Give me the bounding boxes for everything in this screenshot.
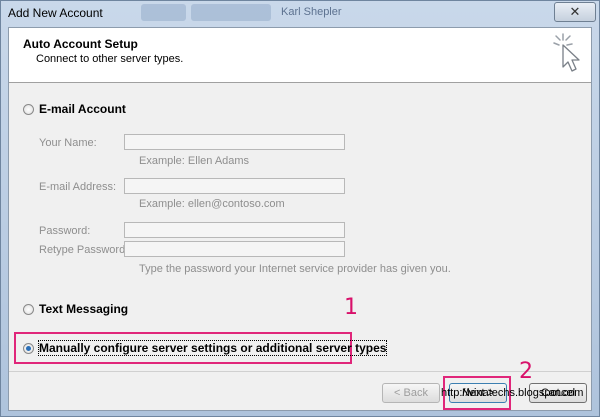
text-messaging-option[interactable]: Text Messaging [23, 302, 128, 316]
step-1-marker: 1 [344, 295, 358, 320]
email-account-label: E-mail Account [39, 102, 126, 116]
email-address-label: E-mail Address: [39, 181, 117, 193]
background-window-title: Karl Shepler [281, 6, 342, 18]
background-window-tab [191, 4, 271, 21]
step-2-marker: 2 [519, 359, 533, 384]
add-new-account-window: Add New Account Karl Shepler ✕ Auto Acco… [0, 0, 600, 417]
wizard-cursor-icon [553, 33, 580, 72]
retype-password-input[interactable] [124, 241, 345, 257]
email-account-radio[interactable] [23, 103, 34, 115]
text-messaging-label: Text Messaging [39, 302, 129, 316]
title-bar[interactable]: Add New Account Karl Shepler ✕ [1, 1, 599, 27]
back-button[interactable]: < Back [382, 383, 440, 403]
password-input[interactable] [124, 222, 345, 238]
watermark: http://vinatechs.blogspot.com [441, 387, 584, 399]
email-account-option[interactable]: E-mail Account [23, 102, 126, 116]
email-address-input[interactable] [124, 178, 345, 194]
email-address-hint: Example: ellen@contoso.com [139, 198, 285, 210]
header-subtitle: Connect to other server types. [36, 53, 184, 65]
close-icon: ✕ [569, 4, 581, 19]
close-button[interactable]: ✕ [554, 2, 596, 22]
text-messaging-radio[interactable] [23, 303, 34, 315]
manual-configure-label: Manually configure server settings or ad… [37, 340, 388, 356]
password-hint: Type the password your Internet service … [139, 263, 451, 275]
dialog-client-area: Auto Account Setup Connect to other serv… [8, 27, 592, 411]
password-label: Password: [39, 225, 91, 237]
background-window-tab [141, 4, 186, 21]
your-name-hint: Example: Ellen Adams [139, 155, 250, 167]
retype-password-label: Retype Password: [39, 244, 129, 256]
window-title: Add New Account [8, 6, 103, 20]
wizard-header: Auto Account Setup Connect to other serv… [9, 28, 591, 83]
your-name-input[interactable] [124, 134, 345, 150]
header-title: Auto Account Setup [23, 37, 138, 51]
back-button-label: < Back [394, 387, 428, 399]
footer-divider [9, 371, 591, 372]
manual-configure-option[interactable]: Manually configure server settings or ad… [23, 340, 388, 356]
your-name-label: Your Name: [39, 137, 97, 149]
manual-configure-radio[interactable] [23, 342, 34, 354]
